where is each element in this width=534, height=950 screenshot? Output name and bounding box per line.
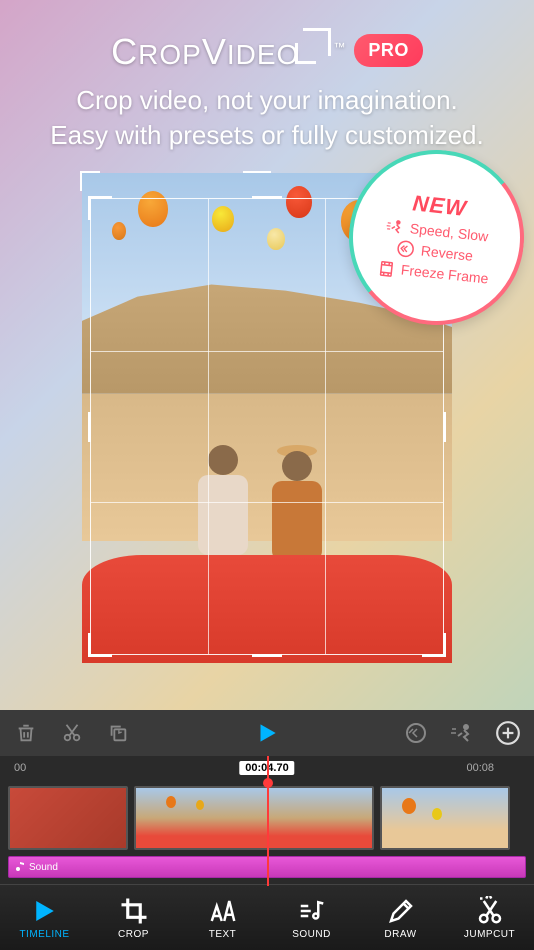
app-title: CROPVIDEO™ PRO (111, 28, 423, 73)
tab-sound[interactable]: SOUND (272, 896, 352, 940)
time-end: 00:08 (466, 762, 494, 774)
app-title-text: CROPVIDEO™ (111, 28, 346, 73)
add-button[interactable] (494, 719, 522, 747)
playhead[interactable] (267, 756, 269, 886)
crop-handle-br[interactable] (422, 633, 446, 657)
tagline: Crop video, not your imagination. Easy w… (50, 83, 484, 153)
reverse-button[interactable] (402, 719, 430, 747)
duplicate-button[interactable] (104, 719, 132, 747)
trademark: ™ (333, 40, 346, 54)
crop-handle-left[interactable] (88, 412, 91, 442)
cut-button[interactable] (58, 719, 86, 747)
trash-button[interactable] (12, 719, 40, 747)
crop-handle-bottom[interactable] (252, 654, 282, 657)
tab-text[interactable]: TEXT (183, 896, 263, 940)
crop-handle-right[interactable] (443, 412, 446, 442)
tagline-line2: Easy with presets or fully customized. (50, 118, 484, 153)
crop-handle-top[interactable] (252, 196, 282, 199)
music-note-icon (15, 861, 25, 873)
promo-area: CROPVIDEO™ PRO Crop video, not your imag… (0, 0, 534, 710)
speed-button[interactable] (448, 719, 476, 747)
pro-badge: PRO (354, 34, 423, 67)
play-button[interactable] (253, 719, 281, 747)
new-label: NEW (411, 190, 468, 222)
crop-logo-icon (303, 28, 331, 56)
clip-1[interactable] (8, 786, 128, 850)
freeze-frame-icon (376, 259, 396, 279)
tab-crop[interactable]: CROP (94, 896, 174, 940)
crop-handle-tl[interactable] (88, 196, 112, 220)
time-start: 00 (14, 762, 26, 774)
feature-reverse: Reverse (396, 238, 474, 264)
speed-icon (385, 217, 405, 235)
clip-2[interactable] (134, 786, 374, 850)
tab-draw[interactable]: DRAW (361, 896, 441, 940)
clip-3[interactable] (380, 786, 510, 850)
tagline-line1: Crop video, not your imagination. (50, 83, 484, 118)
sound-label: Sound (29, 862, 58, 873)
timeline-strip[interactable] (0, 780, 534, 856)
reverse-icon (396, 238, 416, 258)
tab-jumpcut[interactable]: JUMPCUT (450, 896, 530, 940)
crop-handle-bl[interactable] (88, 633, 112, 657)
tab-timeline[interactable]: TIMELINE (5, 896, 85, 940)
editor-toolbar (0, 710, 534, 756)
tab-bar: TIMELINE CROP TEXT SOUND DRAW JUMPCUT (0, 884, 534, 950)
